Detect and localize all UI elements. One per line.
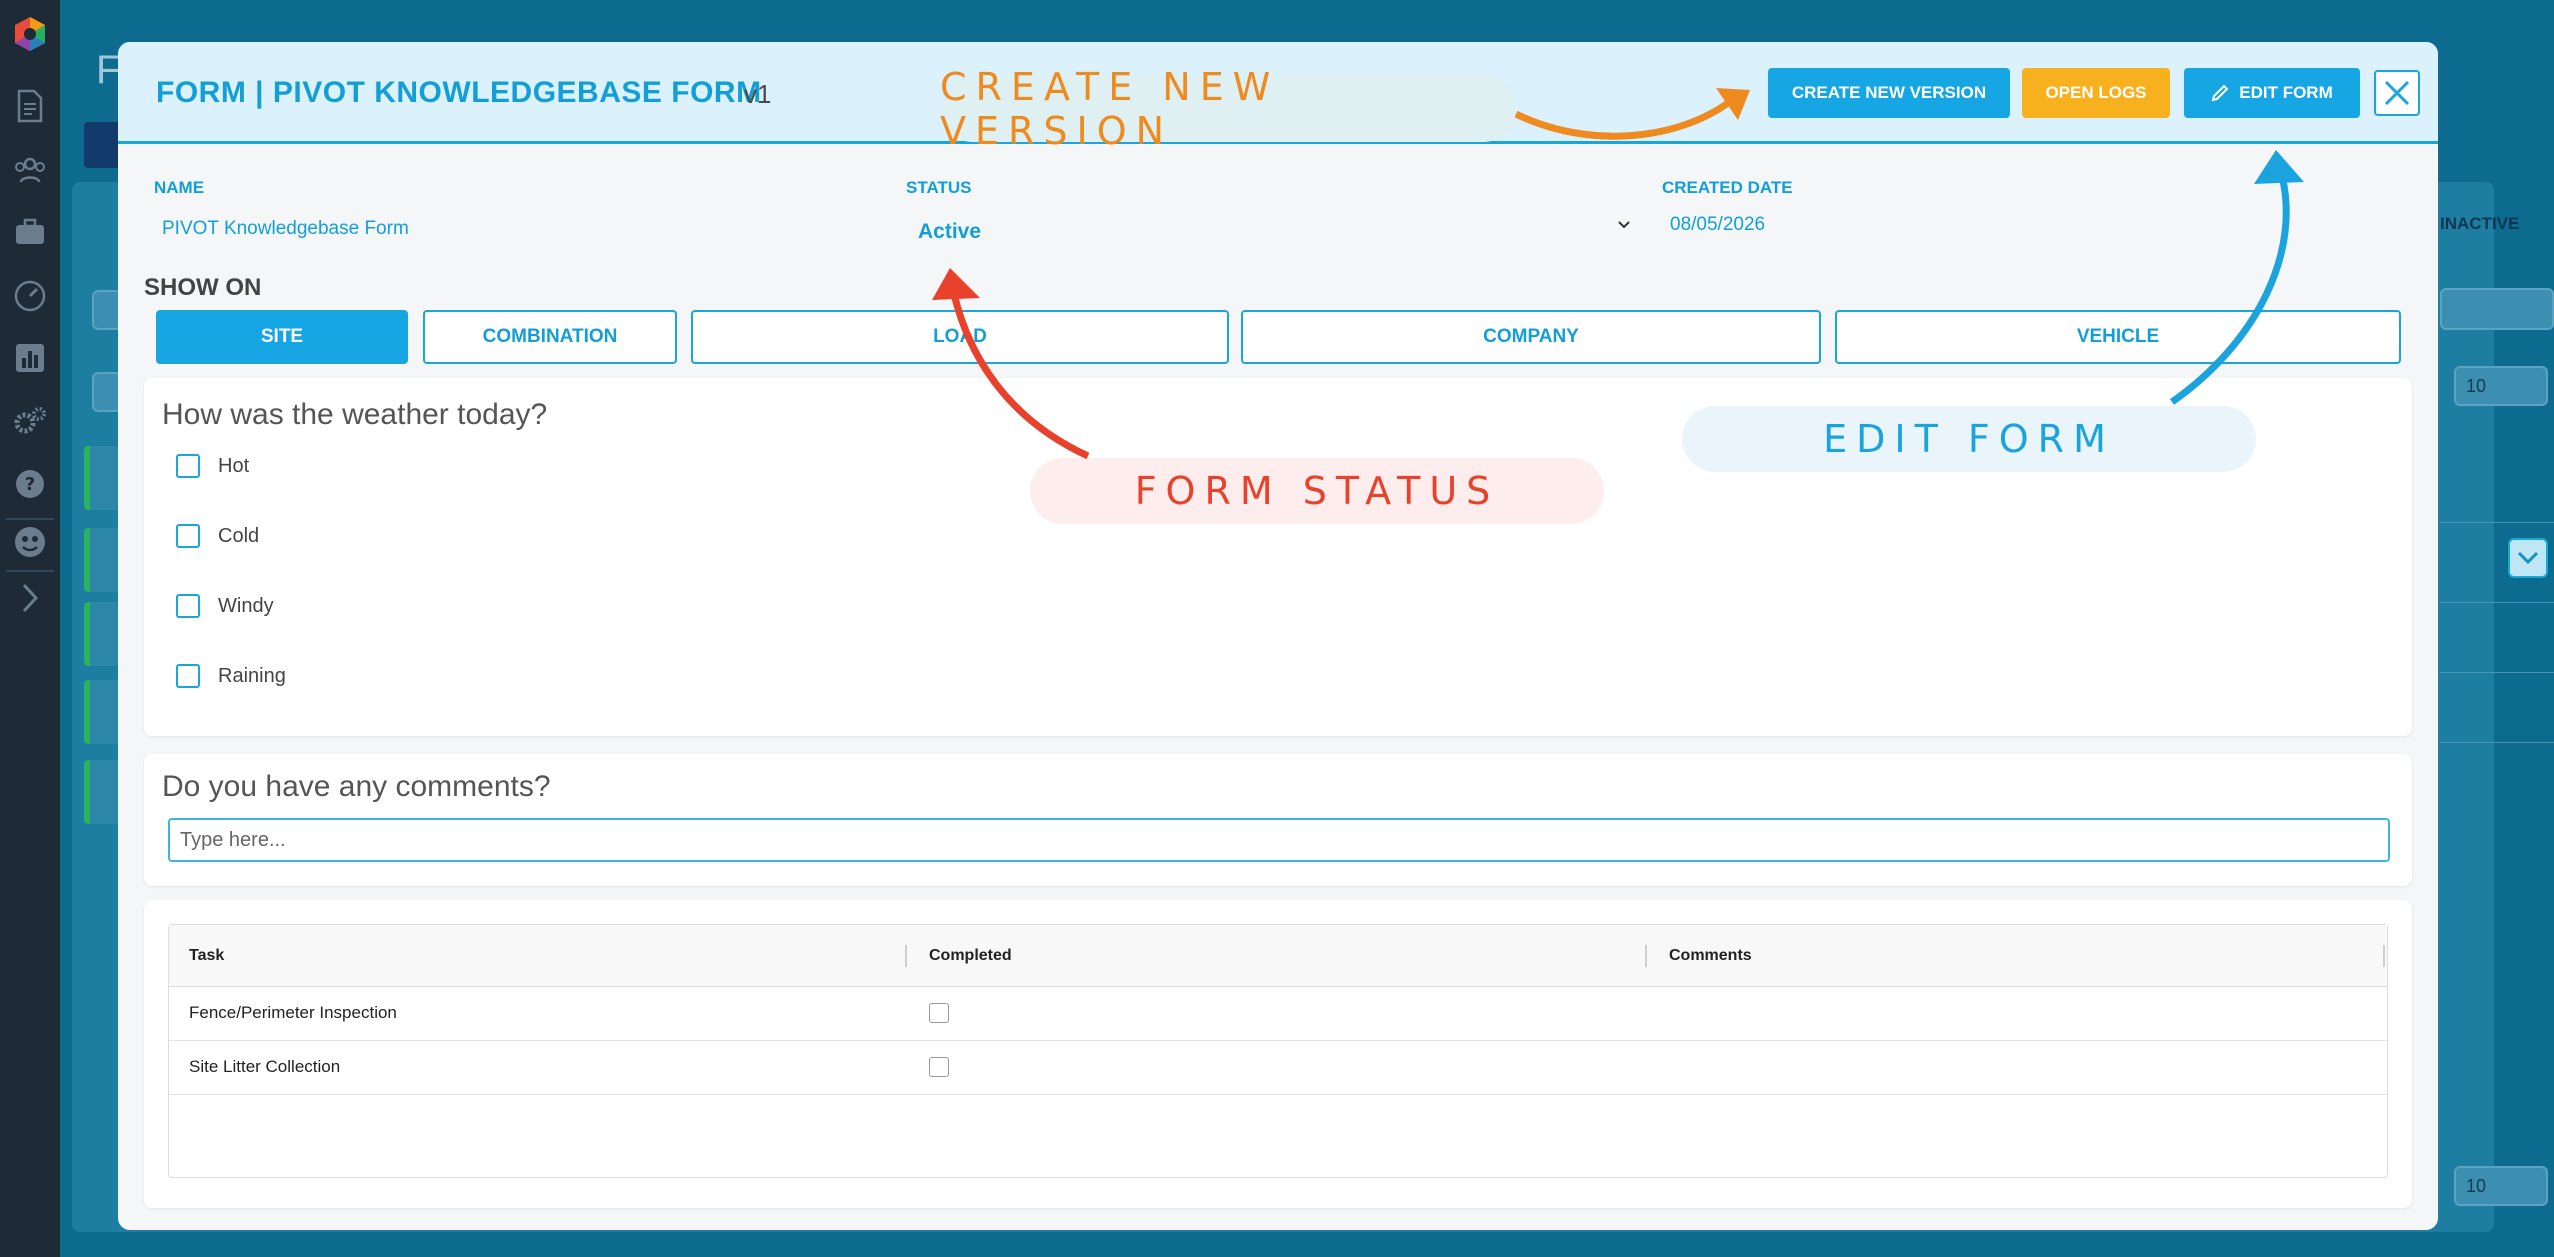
svg-text:?: ? bbox=[25, 474, 35, 495]
left-nav-rail: ? bbox=[0, 0, 60, 1257]
open-logs-label: OPEN LOGS bbox=[2045, 83, 2147, 102]
option-label: Hot bbox=[218, 454, 250, 477]
table-row: Fence/Perimeter Inspection bbox=[169, 987, 2387, 1041]
pencil-icon bbox=[2211, 84, 2229, 102]
task-cell: Fence/Perimeter Inspection bbox=[189, 1003, 397, 1022]
background-inactive-label: INACTIVE bbox=[2440, 214, 2520, 233]
modal-title: FORM | PIVOT KNOWLEDGEBASE FORM bbox=[156, 76, 762, 109]
form-modal: FORM | PIVOT KNOWLEDGEBASE FORM v1 CREAT… bbox=[118, 42, 2438, 1230]
open-logs-button[interactable]: OPEN LOGS bbox=[2022, 68, 2170, 118]
create-new-version-label: CREATE NEW VERSION bbox=[1791, 83, 1987, 102]
edit-form-button[interactable]: EDIT FORM bbox=[2184, 68, 2360, 118]
document-icon[interactable] bbox=[8, 84, 52, 128]
option-label: Cold bbox=[218, 524, 260, 547]
bar-chart-icon[interactable] bbox=[8, 336, 52, 380]
option-cold[interactable]: Cold bbox=[176, 524, 259, 548]
checkbox[interactable] bbox=[176, 594, 200, 618]
background-divider bbox=[2440, 522, 2554, 523]
background-expand-button bbox=[2508, 538, 2548, 578]
comments-input[interactable] bbox=[168, 818, 2390, 862]
option-label: Raining bbox=[218, 664, 286, 687]
status-label: STATUS bbox=[906, 178, 972, 197]
edit-form-callout: EDIT FORM bbox=[1682, 406, 2256, 472]
comments-question-title: Do you have any comments? bbox=[162, 770, 551, 803]
close-icon bbox=[2384, 80, 2410, 106]
close-modal-button[interactable] bbox=[2374, 70, 2420, 116]
create-new-version-button[interactable]: CREATE NEW VERSION bbox=[1768, 68, 2010, 118]
create-new-version-callout: CREATE NEW VERSION bbox=[940, 65, 1516, 153]
background-select bbox=[2440, 288, 2554, 330]
form-status-callout: FORM STATUS bbox=[1030, 458, 1604, 524]
option-hot[interactable]: Hot bbox=[176, 454, 249, 478]
background-divider bbox=[2440, 602, 2554, 603]
checkbox[interactable] bbox=[176, 664, 200, 688]
settings-icon[interactable] bbox=[8, 400, 52, 444]
tab-combination[interactable]: COMBINATION bbox=[423, 310, 677, 364]
briefcase-icon[interactable] bbox=[8, 210, 52, 254]
user-avatar-icon[interactable] bbox=[8, 520, 52, 564]
chevron-down-icon[interactable] bbox=[1616, 218, 1632, 232]
name-label: NAME bbox=[154, 178, 205, 197]
rail-divider bbox=[6, 570, 54, 572]
users-icon[interactable] bbox=[8, 148, 52, 192]
column-header-comments[interactable]: Comments bbox=[1669, 947, 1752, 965]
gauge-icon[interactable] bbox=[8, 274, 52, 318]
name-value[interactable]: PIVOT Knowledgebase Form bbox=[162, 218, 409, 240]
checkbox[interactable] bbox=[176, 454, 200, 478]
created-date-label: CREATED DATE bbox=[1662, 178, 1793, 197]
background-page-size-select: 10 bbox=[2454, 366, 2548, 406]
show-on-label: SHOW ON bbox=[144, 274, 262, 301]
help-icon[interactable]: ? bbox=[8, 462, 52, 506]
comments-question-card: Do you have any comments? bbox=[144, 754, 2412, 886]
column-resizer[interactable] bbox=[2383, 945, 2385, 967]
weather-question-title: How was the weather today? bbox=[162, 398, 548, 431]
background-page-size-select: 10 bbox=[2454, 1166, 2548, 1206]
background-divider bbox=[2440, 742, 2554, 743]
tab-vehicle[interactable]: VEHICLE bbox=[1835, 310, 2401, 364]
form-version: v1 bbox=[744, 79, 772, 109]
status-select-value[interactable]: Active bbox=[918, 220, 981, 244]
tab-company[interactable]: COMPANY bbox=[1241, 310, 1821, 364]
option-label: Windy bbox=[218, 594, 274, 617]
background-page-title: F bbox=[96, 48, 121, 92]
column-resizer[interactable] bbox=[905, 945, 907, 967]
tab-site[interactable]: SITE bbox=[156, 310, 408, 364]
app-logo-icon[interactable] bbox=[8, 12, 52, 56]
column-resizer[interactable] bbox=[1645, 945, 1647, 967]
column-header-completed[interactable]: Completed bbox=[929, 947, 1012, 965]
edit-form-label: EDIT FORM bbox=[2239, 83, 2333, 102]
option-raining[interactable]: Raining bbox=[176, 664, 286, 688]
background-divider bbox=[2440, 672, 2554, 673]
tab-load[interactable]: LOAD bbox=[691, 310, 1229, 364]
table-header: Task Completed Comments bbox=[169, 925, 2387, 987]
chevron-right-icon[interactable] bbox=[8, 576, 52, 620]
completed-checkbox[interactable] bbox=[929, 1057, 949, 1077]
created-date-value: 08/05/2026 bbox=[1670, 214, 1766, 235]
task-table-card: Task Completed Comments Fence/Perimeter … bbox=[144, 900, 2412, 1208]
completed-checkbox[interactable] bbox=[929, 1003, 949, 1023]
checkbox[interactable] bbox=[176, 524, 200, 548]
option-windy[interactable]: Windy bbox=[176, 594, 274, 618]
column-header-task[interactable]: Task bbox=[189, 947, 224, 965]
task-table: Task Completed Comments Fence/Perimeter … bbox=[168, 924, 2388, 1178]
task-cell: Site Litter Collection bbox=[189, 1057, 341, 1076]
table-row: Site Litter Collection bbox=[169, 1041, 2387, 1095]
